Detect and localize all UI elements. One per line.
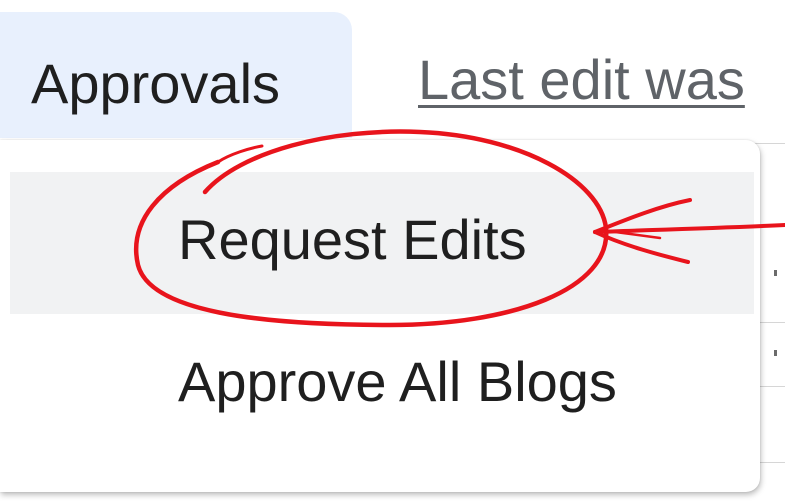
screenshot-stage: Approvals Last edit was Request Edits Ap… — [0, 0, 785, 503]
background-mark — [774, 270, 777, 276]
menu-item-label: Approve All Blogs — [178, 350, 617, 413]
menu-approvals-label: Approvals — [31, 52, 281, 115]
menu-item-request-edits[interactable]: Request Edits — [10, 172, 754, 314]
menu-item-approve-all-blogs[interactable]: Approve All Blogs — [10, 314, 754, 456]
approvals-dropdown-menu: Request Edits Approve All Blogs — [0, 140, 760, 492]
last-edit-link[interactable]: Last edit was — [418, 46, 785, 114]
menu-item-label: Request Edits — [178, 208, 527, 271]
background-mark — [774, 350, 777, 356]
menu-approvals[interactable]: Approvals — [0, 12, 352, 138]
background-divider — [752, 143, 785, 144]
